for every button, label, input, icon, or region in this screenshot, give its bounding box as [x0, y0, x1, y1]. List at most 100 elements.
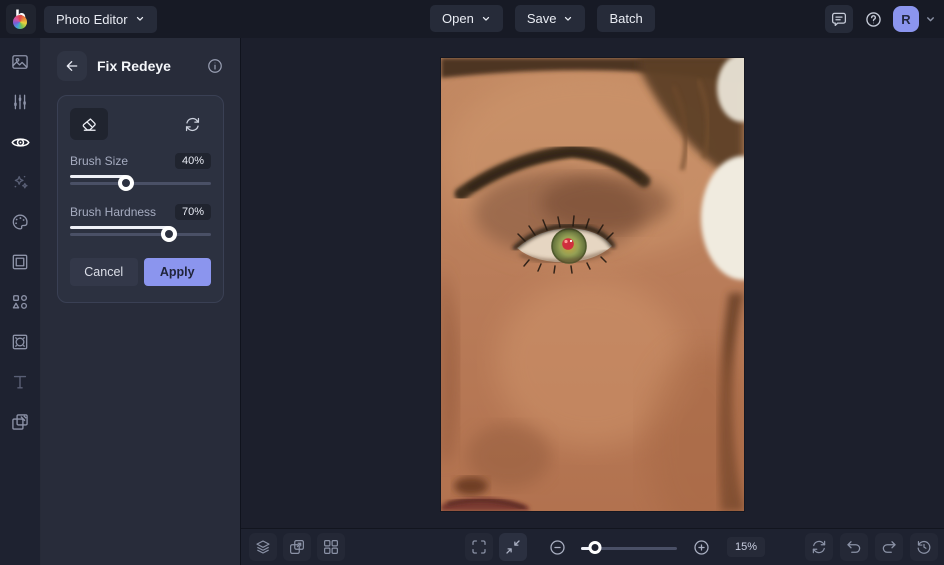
avatar-initial: R — [901, 11, 911, 27]
frame-icon — [12, 254, 28, 270]
back-button[interactable] — [57, 51, 87, 81]
fit-screen-button[interactable] — [499, 533, 527, 561]
chevron-down-icon — [565, 16, 572, 21]
befunky-logo-icon[interactable]: b — [6, 4, 36, 34]
brush-hardness-slider[interactable] — [70, 226, 211, 242]
photo-editor-app: b Photo Editor Open Save Batch — [0, 0, 944, 565]
resize-icon — [290, 540, 304, 554]
sidebar-item-text[interactable] — [4, 368, 36, 396]
history-button[interactable] — [910, 533, 938, 561]
slider-track — [70, 233, 211, 236]
undo-button[interactable] — [840, 533, 868, 561]
brush-size-slider[interactable] — [70, 175, 211, 191]
eye-icon — [10, 137, 30, 147]
avatar[interactable]: R — [893, 6, 919, 32]
textures-icon — [12, 414, 28, 430]
reset-icon — [812, 540, 826, 554]
sidebar-item-effects[interactable] — [4, 168, 36, 196]
text-icon — [13, 375, 27, 389]
redo-button[interactable] — [875, 533, 903, 561]
brush-size-label: Brush Size — [70, 154, 129, 168]
sidebar-item-frames[interactable] — [4, 248, 36, 276]
zoom-out-button[interactable] — [543, 533, 571, 561]
chat-button[interactable] — [825, 5, 853, 33]
photo-editor-menu-label: Photo Editor — [56, 11, 128, 27]
zoom-slider-handle[interactable] — [588, 541, 602, 554]
bottombar-right — [805, 533, 938, 561]
batch-label: Batch — [609, 11, 643, 26]
back-arrow-icon — [66, 61, 78, 71]
main-area: Fix Redeye Brush Size 40% Brush Hardness… — [0, 38, 944, 565]
brush-hardness-row: Brush Hardness 70% — [70, 204, 211, 220]
layers-icon — [256, 540, 270, 554]
sidebar-item-adjust[interactable] — [4, 88, 36, 116]
reset-brush-button[interactable] — [173, 108, 211, 140]
fit-screen-icon — [506, 540, 520, 554]
bottombar-center: 15% — [465, 533, 766, 561]
photo-woman-face-redeye[interactable] — [441, 58, 744, 511]
panel-header: Fix Redeye — [41, 38, 240, 89]
zoom-level-badge[interactable]: 15% — [727, 537, 766, 557]
sidebar-item-artsy[interactable] — [4, 208, 36, 236]
slider-fill — [70, 175, 127, 178]
account-chevron[interactable] — [925, 14, 936, 25]
fullscreen-button[interactable] — [465, 533, 493, 561]
fix-redeye-panel: Fix Redeye Brush Size 40% Brush Hardness… — [41, 38, 240, 565]
save-button[interactable]: Save — [514, 5, 586, 32]
layers-button[interactable] — [249, 533, 277, 561]
ornate-frame-icon — [12, 334, 28, 350]
undo-icon — [847, 541, 861, 553]
topbar-actions: Open Save Batch — [430, 5, 655, 32]
brush-size-row: Brush Size 40% — [70, 153, 211, 169]
zoom-slider[interactable] — [581, 539, 677, 555]
brush-hardness-value: 70% — [174, 204, 211, 220]
brush-size-slider-handle[interactable] — [118, 175, 135, 191]
panel-buttons: Cancel Apply — [70, 258, 211, 286]
help-icon — [865, 11, 881, 27]
sidebar-item-overlays[interactable] — [4, 328, 36, 356]
sidebar-item-graphics[interactable] — [4, 288, 36, 316]
bottombar: 15% — [241, 528, 944, 565]
sidebar-item-touchup[interactable] — [4, 128, 36, 156]
zoom-in-button[interactable] — [687, 533, 715, 561]
sidebar-item-edit[interactable] — [4, 48, 36, 76]
open-button[interactable]: Open — [430, 5, 503, 32]
right-column: 15% — [241, 38, 944, 565]
apply-button[interactable]: Apply — [143, 258, 211, 286]
redeye-tool-card: Brush Size 40% Brush Hardness 70% Cancel… — [57, 95, 224, 303]
topbar-right: R — [825, 5, 936, 33]
sliders-icon — [14, 94, 26, 110]
chat-icon — [831, 12, 847, 27]
chevron-down-icon — [136, 16, 143, 21]
zoom-in-icon — [693, 539, 709, 555]
help-button[interactable] — [859, 5, 887, 33]
cancel-button[interactable]: Cancel — [70, 258, 138, 286]
rainbow-wheel-icon — [13, 15, 27, 29]
photo-editor-menu-button[interactable]: Photo Editor — [44, 5, 157, 33]
shapes-icon — [12, 294, 27, 309]
redo-icon — [882, 541, 896, 553]
sparkles-icon — [14, 175, 28, 189]
eraser-button[interactable] — [70, 108, 108, 140]
resize-button[interactable] — [283, 533, 311, 561]
info-button[interactable] — [206, 57, 224, 75]
tool-row — [70, 108, 211, 140]
grid-button[interactable] — [317, 533, 345, 561]
reset-all-button[interactable] — [805, 533, 833, 561]
info-icon — [208, 59, 222, 73]
brush-size-value: 40% — [174, 153, 211, 169]
grid-icon — [324, 540, 338, 554]
canvas[interactable] — [241, 38, 944, 528]
save-label: Save — [526, 11, 557, 26]
history-icon — [917, 540, 931, 554]
image-icon — [12, 55, 28, 69]
zoom-out-icon — [549, 539, 565, 555]
panel-title: Fix Redeye — [97, 58, 171, 74]
reset-icon — [185, 117, 199, 131]
chevron-down-icon — [482, 16, 489, 21]
fullscreen-icon — [472, 540, 486, 554]
batch-button[interactable]: Batch — [597, 5, 655, 32]
sidebar-item-textures[interactable] — [4, 408, 36, 436]
brush-hardness-slider-handle[interactable] — [160, 226, 177, 242]
brush-hardness-label: Brush Hardness — [70, 205, 157, 219]
